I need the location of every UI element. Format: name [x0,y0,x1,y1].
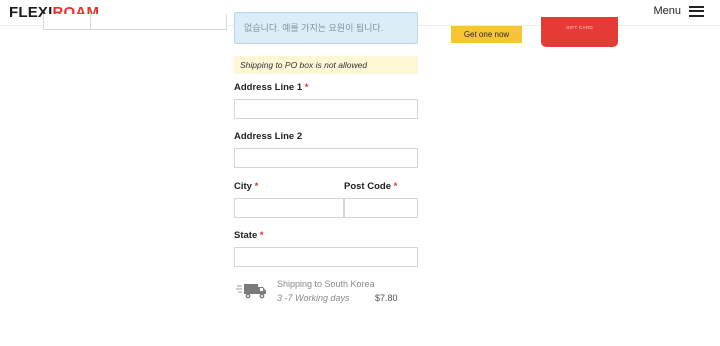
menu-label: Menu [653,5,681,17]
required-marker: * [259,230,264,241]
menu-button[interactable]: Menu [653,5,704,17]
gift-card-image[interactable]: GIFT CARD [541,17,618,47]
address-line-2-label: Address Line 2 [234,131,303,142]
gift-card-label: GIFT CARD [566,25,593,30]
hamburger-icon [689,5,704,17]
delivery-truck-icon [236,284,266,299]
required-marker: * [304,82,309,93]
city-label: City * [234,181,259,192]
get-one-now-button[interactable]: Get one now [451,26,522,43]
address-line-1-label: Address Line 1 * [234,82,309,93]
address-line-2-input[interactable] [234,148,418,168]
state-input[interactable] [234,247,418,267]
required-marker: * [254,181,259,192]
city-input[interactable] [234,198,344,218]
phone-number-field[interactable] [43,14,227,30]
po-box-notice: Shipping to PO box is not allowed [234,56,418,74]
info-message-box: 없습니다. 예를 가지는 요원이 됩니다. [234,12,418,44]
required-marker: * [393,181,398,192]
shipping-duration: 3 -7 Working days [277,293,350,303]
po-box-notice-text: Shipping to PO box is not allowed [240,60,368,70]
post-code-input[interactable] [344,198,418,218]
info-message-text: 없습니다. 예를 가지는 요원이 됩니다. [244,23,384,33]
post-code-label: Post Code * [344,181,398,192]
state-label: State * [234,230,264,241]
shipping-price: $7.80 [375,293,398,303]
shipping-destination: Shipping to South Korea [277,279,375,289]
address-line-1-input[interactable] [234,99,418,119]
field-divider [90,14,91,29]
